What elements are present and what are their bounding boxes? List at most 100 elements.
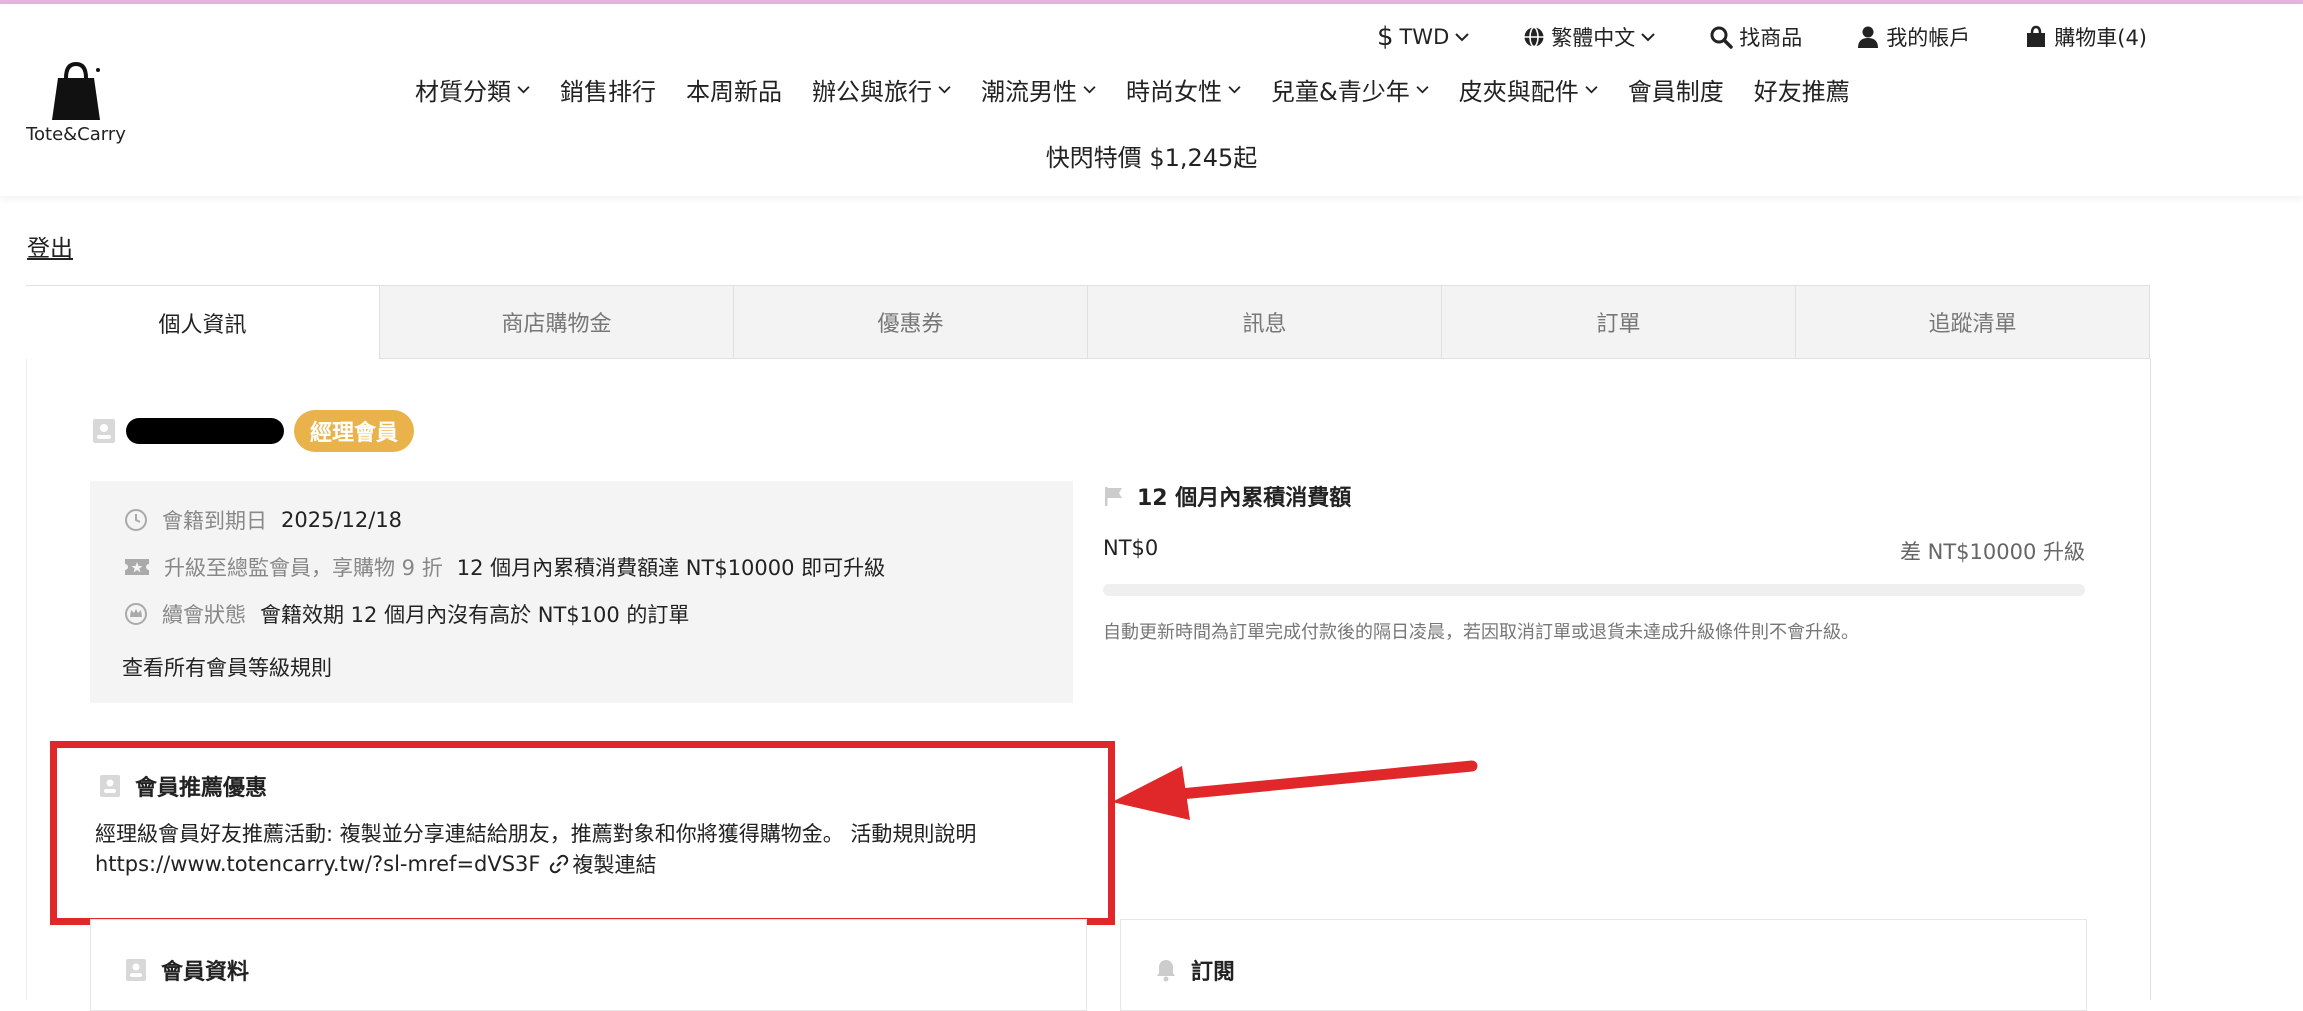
nav-item[interactable]: 辦公與旅行 [812,72,951,107]
user-icon [1858,26,1879,48]
member-header: 經理會員 [92,410,415,452]
referral-description: 經理級會員好友推薦活動: 複製並分享連結給朋友，推薦對象和你將獲得購物金。 活動… [95,822,977,846]
member-profile-card: 會員資料 [90,919,1087,1011]
nav-item[interactable]: 材質分類 [415,72,530,107]
nav-item-label: 時尚女性 [1126,78,1222,106]
nav-item-label: 會員制度 [1627,78,1724,106]
nav-item[interactable]: 好友推薦 [1754,72,1850,107]
referral-section: 會員推薦優惠 經理級會員好友推薦活動: 複製並分享連結給朋友，推薦對象和你將獲得… [50,741,1115,925]
nav-item-label: 好友推薦 [1753,78,1850,106]
expiry-row: 會籍到期日 2025/12/18 [124,505,402,535]
membership-info-box: 會籍到期日 2025/12/18 升級至總監會員，享購物 9 折 12 個月內累… [90,481,1073,703]
copy-link-label: 複製連結 [572,853,657,877]
search-icon [1710,26,1733,49]
upgrade-row: 升級至總監會員，享購物 9 折 12 個月內累積消費額達 NT$10000 即可… [124,552,885,582]
tab-messages[interactable]: 訊息 [1088,285,1442,359]
referral-link-row: https://www.totencarry.tw/?sl-mref=dVS3F… [95,849,657,879]
tab-profile[interactable]: 個人資訊 [26,285,380,359]
site-logo[interactable]: Tote&Carry [26,60,126,145]
currency-label: TWD [1399,25,1450,49]
membership-rules-link[interactable]: 查看所有會員等級規則 [122,652,332,682]
nav-item[interactable]: 銷售排行 [560,72,656,107]
renewal-value: 會籍效期 12 個月內沒有高於 NT$100 的訂單 [260,603,690,627]
subscription-card: 訂閱 [1120,919,2087,1011]
annotation-arrow [1112,760,1478,820]
flash-sale-link[interactable]: 快閃特價 $1,245起 [0,138,2303,173]
subscription-title-row: 訂閱 [1155,954,1235,986]
tab-coupons[interactable]: 優惠券 [734,285,1088,359]
nav-item-label: 材質分類 [415,78,511,106]
spending-progress-bar [1103,584,2085,596]
account-label: 我的帳戶 [1886,26,1971,50]
link-icon [549,854,568,874]
search-link[interactable]: 找商品 [1709,22,1802,52]
chevron-down-icon [1228,86,1241,94]
account-link[interactable]: 我的帳戶 [1856,22,1970,52]
referral-title: 會員推薦優惠 [135,776,268,801]
chevron-down-icon [1416,86,1429,94]
site-header: Tote&Carry $ TWD 繁體中文 找商品 我的帳戶 購物車(4) 材質… [0,4,2303,196]
chevron-down-icon [1455,33,1469,42]
utility-bar: $ TWD 繁體中文 找商品 我的帳戶 購物車(4) [1377,22,2147,52]
member-profile-title-row: 會員資料 [125,954,249,986]
nav-item[interactable]: 本周新品 [686,72,782,107]
upgrade-label: 升級至總監會員，享購物 9 折 [164,556,443,580]
chevron-down-icon [1083,86,1096,94]
shopping-bag-icon [2027,25,2046,47]
copy-link-button[interactable]: 複製連結 [549,849,657,879]
renewal-label: 續會狀態 [162,603,246,627]
masked-member-name [126,418,284,444]
clock-icon [125,509,147,531]
nav-item[interactable]: 會員制度 [1628,72,1724,107]
search-label: 找商品 [1739,26,1803,50]
nav-item-label: 辦公與旅行 [812,78,932,106]
crown-badge-icon [125,603,147,625]
language-selector[interactable]: 繁體中文 [1523,22,1655,52]
currency-selector[interactable]: $ TWD [1377,22,1469,52]
flag-icon [1105,487,1122,506]
nav-item[interactable]: 潮流男性 [981,72,1096,107]
nav-item[interactable]: 兒童&青少年 [1271,72,1429,107]
logout-link[interactable]: 登出 [27,229,73,263]
chevron-down-icon [1585,86,1598,94]
nav-item-label: 本周新品 [686,78,782,106]
upgrade-value: 12 個月內累積消費額達 NT$10000 即可升級 [456,556,886,580]
shopping-bag-logo-icon [52,61,100,120]
member-profile-title: 會員資料 [161,960,250,985]
subscription-title: 訂閱 [1191,960,1236,985]
language-label: 繁體中文 [1551,26,1636,50]
tab-store-credit[interactable]: 商店購物金 [380,285,734,359]
expiry-label: 會籍到期日 [162,509,267,533]
renewal-row: 續會狀態 會籍效期 12 個月內沒有高於 NT$100 的訂單 [124,599,689,629]
spending-amount: NT$0 [1103,536,1159,560]
nav-item[interactable]: 時尚女性 [1126,72,1241,107]
spending-title: 12 個月內累積消費額 [1137,486,1352,511]
cart-label: 購物車(4) [2054,26,2147,50]
ticket-icon [125,559,149,575]
nav-item[interactable]: 皮夾與配件 [1459,72,1598,107]
spending-values: NT$0 差 NT$10000 升級 [1103,536,2085,566]
id-card-icon [93,419,115,443]
globe-icon [1524,26,1544,48]
nav-item-label: 潮流男性 [981,78,1077,106]
id-card-icon [100,775,120,797]
main-navigation: 材質分類 銷售排行 本周新品 辦公與旅行 潮流男性 時尚女性 兒童&青少年 皮夾與配件 會員制度… [415,72,1880,107]
spending-remaining: 差 NT$10000 升級 [1899,540,2085,564]
chevron-down-icon [517,86,530,94]
id-card-icon [126,959,146,981]
chevron-down-icon [938,86,951,94]
member-level-badge: 經理會員 [294,410,415,452]
referral-title-row: 會員推薦優惠 [99,770,267,802]
chevron-down-icon [1641,33,1655,42]
referral-url: https://www.totencarry.tw/?sl-mref=dVS3F [95,852,541,876]
nav-item-label: 銷售排行 [560,78,656,106]
nav-item-label: 皮夾與配件 [1458,78,1579,106]
dollar-icon: $ [1376,22,1394,52]
cart-link[interactable]: 購物車(4) [2024,22,2147,52]
account-tabs: 個人資訊 商店購物金 優惠券 訊息 訂單 追蹤清單 [26,285,2150,359]
spending-note: 自動更新時間為訂單完成付款後的隔日凌晨，若因取消訂單或退貨未達成升級條件則不會升… [1103,622,1859,643]
nav-item-label: 兒童&青少年 [1271,78,1410,106]
tab-wishlist[interactable]: 追蹤清單 [1796,285,2150,359]
spending-title-row: 12 個月內累積消費額 [1103,480,2085,512]
tab-orders[interactable]: 訂單 [1442,285,1796,359]
